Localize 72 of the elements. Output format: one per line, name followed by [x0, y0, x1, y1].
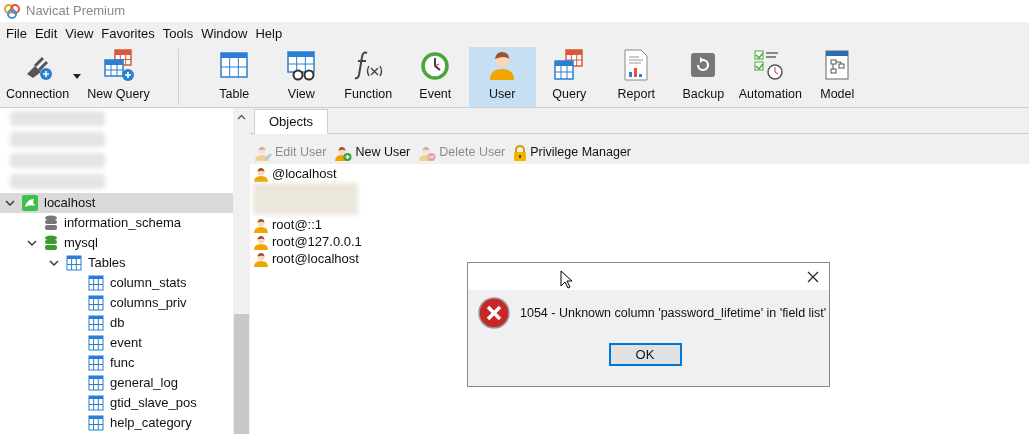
tree-item[interactable]: general_log: [0, 373, 233, 393]
user-item[interactable]: root@127.0.0.1: [250, 233, 1029, 250]
user-item[interactable]: root@::1: [250, 216, 1029, 233]
tab[interactable]: Objects: [254, 109, 329, 134]
user-icon: [253, 165, 269, 182]
toolbar-button[interactable]: Connection: [0, 47, 76, 107]
chevron-icon[interactable]: [27, 239, 37, 247]
tree-item[interactable]: help_category: [0, 413, 233, 433]
table-icon: [88, 375, 104, 391]
table-icon: [88, 395, 104, 411]
toolbar-button[interactable]: Automation: [736, 47, 804, 107]
database-icon: [44, 235, 58, 251]
action-button[interactable]: New User: [334, 143, 411, 162]
menu-item[interactable]: Help: [251, 24, 287, 44]
close-icon[interactable]: [807, 270, 819, 283]
window-title: Navicat Premium: [26, 2, 125, 21]
toolbar-button[interactable]: New Query: [81, 47, 156, 107]
user-plus-icon: [334, 144, 353, 161]
user-item[interactable]: @localhost: [250, 165, 1029, 182]
user-item[interactable]: root@localhost: [250, 250, 1029, 267]
menu-item[interactable]: File: [2, 24, 31, 44]
toolbar-button[interactable]: Backup: [669, 47, 737, 107]
menu-item[interactable]: Tools: [158, 24, 198, 44]
toolbar-button[interactable]: User: [468, 47, 536, 107]
lock-icon: [513, 144, 528, 161]
dropdown-caret-icon[interactable]: [73, 74, 82, 79]
table-icon: [88, 335, 104, 351]
error-message: 1054 - Unknown column 'password_lifetime' in 'field list': [520, 304, 827, 322]
tree-item[interactable]: db: [0, 313, 233, 333]
toolbar-button[interactable]: View: [267, 47, 335, 107]
user-pencil-icon: [254, 144, 272, 161]
app-logo-icon: [4, 3, 20, 19]
menu-item[interactable]: View: [61, 24, 98, 44]
chevron-icon[interactable]: [5, 199, 15, 207]
tree-item[interactable]: gtid_slave_pos: [0, 393, 233, 413]
toolbar-button[interactable]: Model: [803, 47, 871, 107]
user-icon: [253, 250, 269, 267]
scrollbar-thumb[interactable]: [234, 314, 249, 434]
toolbar-button[interactable]: Table: [200, 47, 268, 107]
tree-item[interactable]: columns_priv: [0, 293, 233, 313]
toolbar-button[interactable]: Function: [334, 47, 402, 107]
user-icon: [253, 216, 269, 233]
new-query-icon: [101, 48, 136, 83]
scroll-up-icon[interactable]: [237, 114, 246, 120]
tree-item[interactable]: localhost: [0, 193, 233, 213]
scrollbar[interactable]: [233, 108, 250, 434]
user-minus-icon: [418, 144, 437, 161]
chevron-icon[interactable]: [49, 259, 59, 267]
tree-item[interactable]: column_stats: [0, 273, 233, 293]
table-icon: [88, 295, 104, 311]
menu-item[interactable]: Window: [197, 24, 252, 44]
table-icon: [88, 315, 104, 331]
tree-item[interactable]: Tables: [0, 253, 233, 273]
ok-button[interactable]: OK: [608, 343, 682, 366]
user-icon: [253, 233, 269, 250]
tree-item[interactable]: func: [0, 353, 233, 373]
action-button[interactable]: Privilege Manager: [513, 143, 632, 162]
toolbar-button[interactable]: Event: [401, 47, 469, 107]
toolbar-button[interactable]: Query: [535, 47, 603, 107]
table-icon: [88, 355, 104, 371]
tree-item[interactable]: event: [0, 333, 233, 353]
tree-item[interactable]: mysql: [0, 233, 233, 253]
tree-item[interactable]: information_schema: [0, 213, 233, 233]
table-icon: [66, 255, 82, 271]
menu-item[interactable]: Edit: [30, 24, 62, 44]
table-icon: [88, 275, 104, 291]
connection-icon: [22, 195, 38, 211]
error-icon: [478, 297, 510, 329]
database-icon: [44, 215, 58, 231]
toolbar-button[interactable]: Report: [602, 47, 670, 107]
menu-item[interactable]: Favorites: [97, 24, 159, 44]
table-icon: [88, 415, 104, 431]
